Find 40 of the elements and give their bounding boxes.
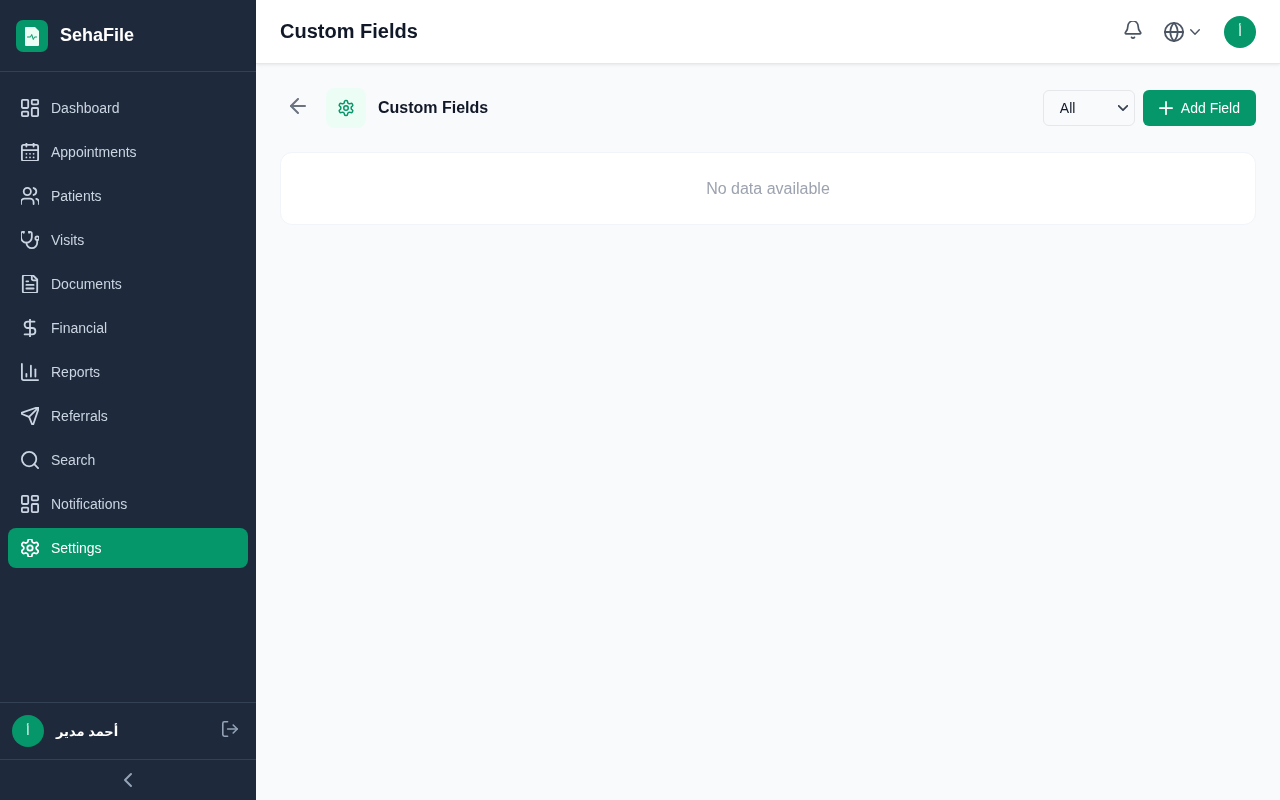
nav-item[interactable]: Search [8,440,248,480]
plus-icon [1158,101,1173,115]
add-field-button[interactable]: Add Field [1142,90,1256,126]
user-avatar[interactable]: أ [1224,15,1256,48]
nav-item[interactable]: Settings [8,528,248,568]
dollar-icon [21,319,39,337]
page-title: Custom Fields [280,20,419,43]
nav-item[interactable]: Visits [8,220,248,260]
logout-icon[interactable] [222,721,238,737]
nav-item[interactable]: Documents [8,264,248,304]
document-icon [21,275,39,293]
settings-icon [21,539,39,557]
paper-plane-icon [21,407,39,425]
bar-chart-icon [21,363,39,381]
dashboard-grid-icon [21,99,39,117]
search-icon [21,451,39,469]
nav-item[interactable]: Financial [8,308,248,348]
globe-icon [1164,21,1184,42]
caret-icon [1117,105,1128,111]
filter-select[interactable]: All [1042,90,1135,126]
nav-item[interactable]: Referrals [8,396,248,436]
empty-message: No data available [706,179,830,198]
settings-icon [326,88,366,128]
calendar-icon [21,143,39,161]
users-icon [21,187,39,205]
brand-name: SehaFile [60,25,135,46]
nav-item[interactable]: Notifications [8,484,248,524]
logo-icon [16,19,48,52]
user-name: أحمد مدير [56,723,120,739]
user-avatar: أ [12,715,44,747]
nav-item[interactable]: Dashboard [8,88,248,128]
notification-bell-icon[interactable] [1124,20,1142,39]
stethoscope-icon [21,231,39,249]
language-button[interactable] [1162,19,1202,44]
nav-item[interactable]: Appointments [8,132,248,172]
nav-item[interactable]: Reports [8,352,248,392]
grid-icon [21,495,39,513]
nav-item[interactable]: Patients [8,176,248,216]
section-title: Custom Fields [378,99,490,117]
caret-icon [1190,28,1200,35]
